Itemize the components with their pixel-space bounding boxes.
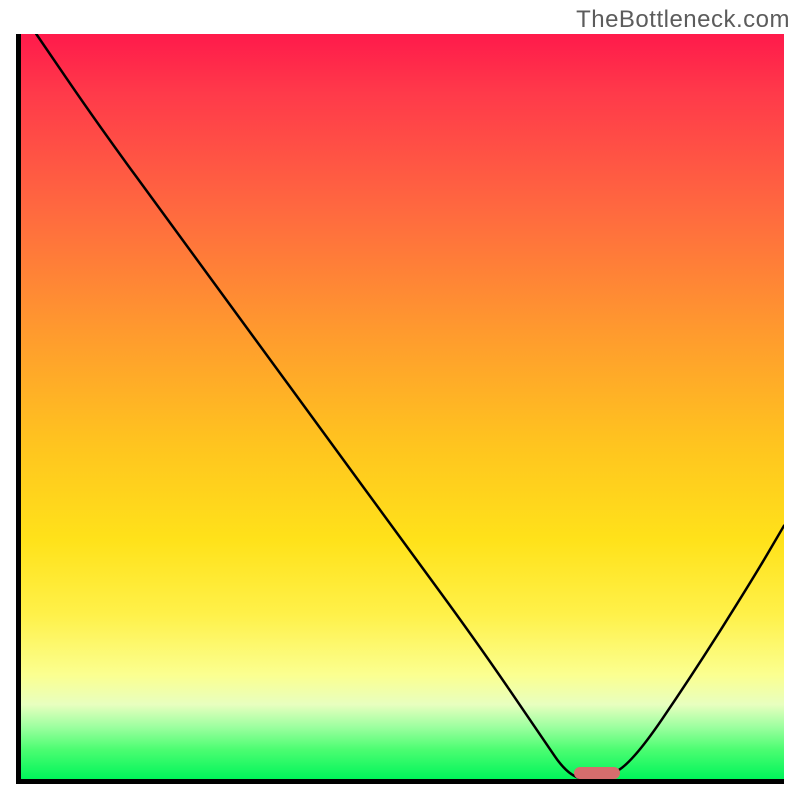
watermark-text: TheBottleneck.com bbox=[576, 6, 790, 34]
optimal-range-marker bbox=[574, 767, 620, 779]
chart-plot-area bbox=[16, 34, 784, 784]
chart-background-gradient bbox=[21, 34, 784, 779]
